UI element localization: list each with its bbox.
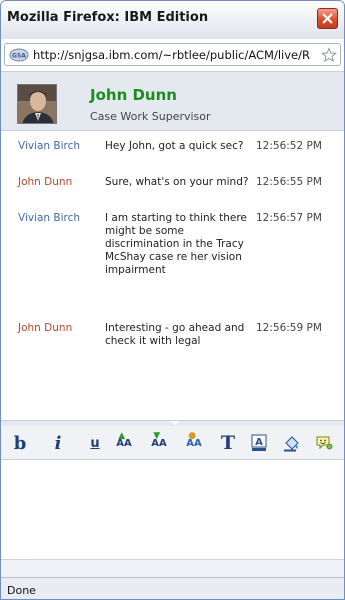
message-sender: John Dunn (18, 322, 73, 334)
message-text: Interesting - go ahead and check it with… (105, 322, 245, 347)
browser-window: Mozilla Firefox: IBM Edition GSA http://… (0, 0, 345, 600)
underline-button[interactable]: u (84, 431, 106, 455)
message-sender: John Dunn (18, 176, 73, 188)
message-text: I am starting to think there might be so… (105, 212, 247, 276)
svg-text:GSA: GSA (12, 52, 26, 59)
input-footer (1, 559, 344, 577)
shrink-font-button[interactable]: ▼ AA (148, 431, 170, 455)
message-input[interactable] (1, 461, 344, 559)
font-button[interactable]: T (217, 431, 239, 455)
emoticon-icon (316, 436, 333, 450)
highlight-button[interactable]: A (248, 431, 270, 455)
emoticon-button[interactable] (313, 431, 335, 455)
close-button[interactable] (317, 8, 338, 29)
shrink-font-icon: ▼ AA (151, 430, 167, 449)
paint-bucket-icon (284, 436, 299, 452)
message-sender: Vivian Birch (18, 212, 81, 224)
url-text[interactable]: http://snjgsa.ibm.com/~rbtlee/public/ACM… (30, 48, 320, 62)
background-color-button[interactable] (281, 431, 303, 455)
bold-button[interactable]: b (9, 431, 31, 455)
message-time: 12:56:55 PM (256, 176, 322, 188)
message-time: 12:56:59 PM (256, 322, 322, 334)
site-identity-icon[interactable]: GSA (8, 47, 30, 63)
contact-header: John Dunn Case Work Supervisor (1, 71, 344, 131)
grow-font-button[interactable]: ▲ AA (113, 431, 135, 455)
message-sender: Vivian Birch (18, 140, 81, 152)
italic-button[interactable]: i (47, 431, 69, 455)
bookmark-star-icon[interactable] (320, 46, 338, 64)
splitter-arrow-icon (171, 421, 179, 425)
close-icon (322, 13, 333, 24)
font-color-icon: ● AA (186, 430, 202, 449)
font-color-button[interactable]: ● AA (183, 431, 205, 455)
message-text: Hey John, got a quick sec? (105, 140, 244, 152)
contact-title: Case Work Supervisor (90, 110, 211, 123)
chat-transcript[interactable]: Vivian Birch Hey John, got a quick sec? … (1, 132, 344, 420)
message-text: Sure, what's on your mind? (105, 176, 249, 188)
formatting-toolbar: b i u ▲ AA ▼ AA ● AA T A (1, 426, 344, 460)
window-title: Mozilla Firefox: IBM Edition (7, 10, 209, 25)
highlight-icon: A (251, 434, 267, 451)
avatar (17, 84, 57, 124)
status-text: Done (7, 584, 36, 597)
title-bar: Mozilla Firefox: IBM Edition (1, 1, 344, 39)
message-time: 12:56:52 PM (256, 140, 322, 152)
contact-name: John Dunn (90, 86, 177, 104)
svg-text:A: A (255, 437, 263, 448)
status-bar: Done (1, 577, 344, 599)
message-time: 12:56:57 PM (256, 212, 322, 224)
url-bar[interactable]: GSA http://snjgsa.ibm.com/~rbtlee/public… (4, 43, 341, 66)
grow-font-icon: ▲ AA (116, 430, 132, 449)
